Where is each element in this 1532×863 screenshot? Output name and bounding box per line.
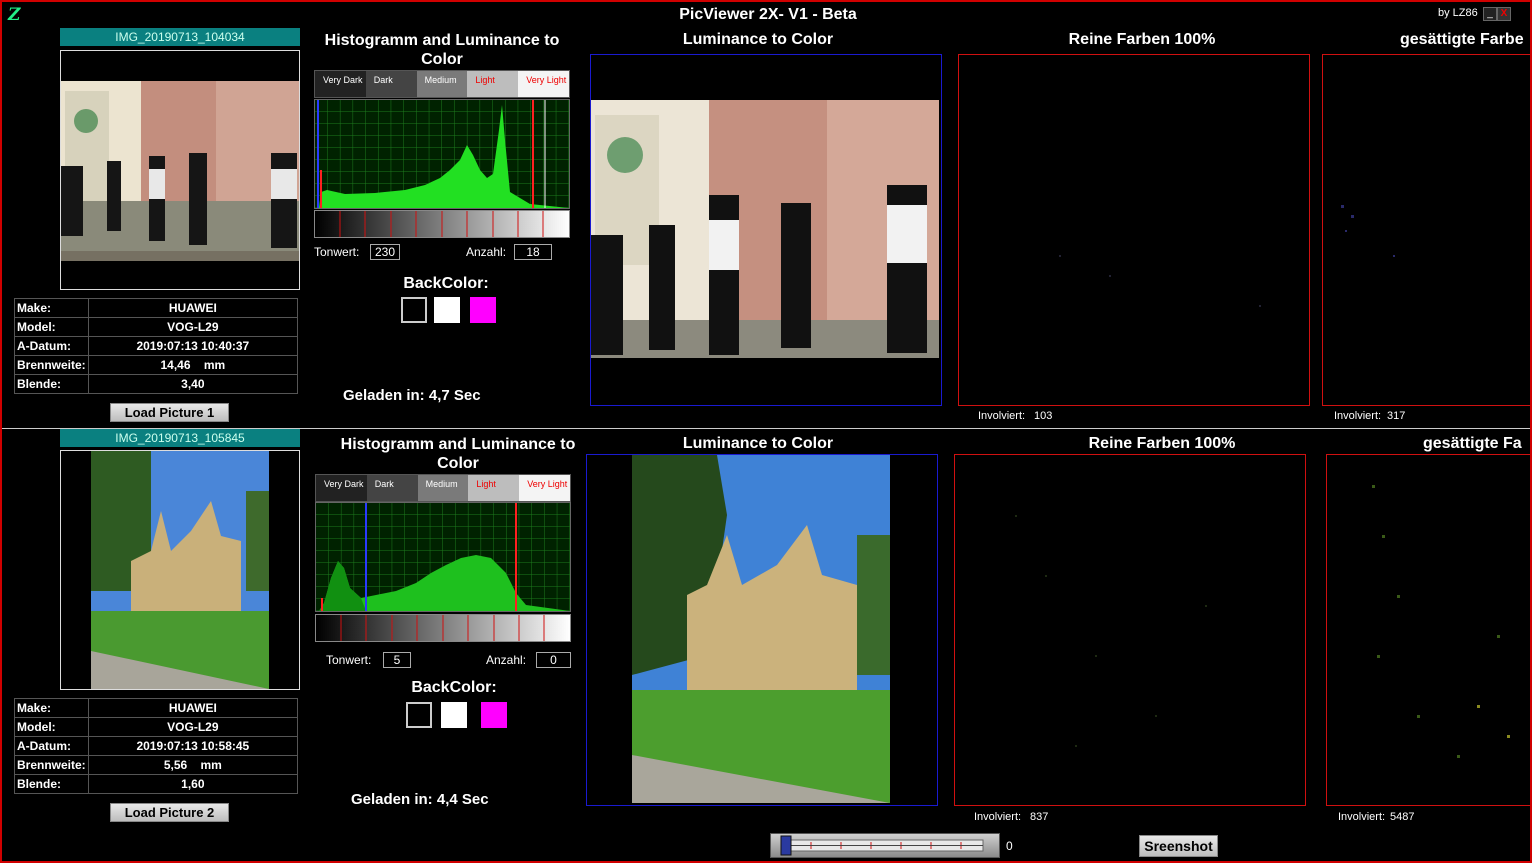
author-label: by LZ86: [1438, 7, 1478, 19]
luminance1-title: Luminance to Color: [682, 31, 834, 48]
focal-key: Brennweite:: [14, 355, 89, 375]
histogram2-title: Histogramm and Luminance to Color: [340, 436, 576, 472]
band-very-light: Very Light: [519, 475, 570, 501]
reine2-involved-count: 837: [1030, 811, 1049, 823]
band-very-dark: Very Dark: [316, 475, 367, 501]
gesaettigt1-panel: [1322, 54, 1530, 406]
load-picture1-button[interactable]: Load Picture 1: [110, 403, 229, 422]
reine2-involved-label: Involviert:: [974, 811, 1022, 823]
picture2-thumbnail: [60, 450, 300, 690]
date-value: 2019:07:13 10:58:45: [87, 736, 299, 756]
band-very-dark: Very Dark: [315, 71, 366, 97]
picture1-metadata: Make: HUAWEI Model: VOG-L29 A-Datum: 2019:0…: [14, 298, 299, 394]
window-title: PicViewer 2X- V1 - Beta: [679, 6, 857, 23]
backcolor1-white-swatch[interactable]: [434, 297, 460, 323]
picture2-name: IMG_20190713_105845: [60, 429, 300, 447]
backcolor2-label: BackColor:: [411, 679, 497, 696]
focal-unit: mm: [203, 358, 226, 372]
backcolor1-label: BackColor:: [403, 275, 489, 292]
histogram1-plot[interactable]: [314, 99, 570, 209]
date-value: 2019:07:13 10:40:37: [87, 336, 299, 356]
histogram2-plot[interactable]: [315, 502, 571, 612]
gesaettigt1-involved-label: Involviert:: [1334, 410, 1382, 422]
gesaettigt2-title: gesättigte Fa: [1423, 435, 1522, 452]
make-key: Make:: [14, 698, 89, 718]
picture2-load-time: Geladen in: 4,4 Sec: [351, 791, 489, 808]
aperture-key: Blende:: [14, 774, 89, 794]
reine2-title: Reine Farben 100%: [1088, 435, 1236, 452]
tonwert1-field[interactable]: 230: [370, 244, 400, 260]
luminance-gradient2: [315, 614, 571, 642]
picture1-thumbnail: [60, 50, 300, 290]
band-dark: Dark: [366, 475, 418, 501]
band-medium: Medium: [417, 475, 469, 501]
band-very-light: Very Light: [518, 71, 569, 97]
backcolor2-magenta-swatch[interactable]: [481, 702, 507, 728]
band-light: Light: [468, 475, 520, 501]
backcolor2-black-swatch[interactable]: [406, 702, 432, 728]
make-key: Make:: [14, 298, 89, 318]
anzahl2-label: Anzahl:: [486, 653, 527, 667]
anzahl2-field[interactable]: 0: [536, 652, 571, 668]
histogram2-bands: Very Dark Dark Medium Light Very Light: [315, 474, 571, 502]
aperture-key: Blende:: [14, 374, 89, 394]
reine1-involved-count: 103: [1034, 410, 1053, 422]
band-light: Light: [467, 71, 519, 97]
date-key: A-Datum:: [14, 336, 89, 356]
gesaettigt2-involved-count: 5487: [1390, 811, 1415, 823]
band-medium: Medium: [416, 71, 468, 97]
picture1-load-time: Geladen in: 4,7 Sec: [343, 387, 481, 404]
picture1-name: IMG_20190713_104034: [60, 28, 300, 46]
make-value: HUAWEI: [87, 298, 299, 318]
focal-value: 14,46: [160, 358, 191, 372]
focal-key: Brennweite:: [14, 755, 89, 775]
model-value: VOG-L29: [87, 717, 299, 737]
anzahl1-label: Anzahl:: [466, 245, 507, 259]
anzahl1-field[interactable]: 18: [514, 244, 552, 260]
zoom-slider-value: 0: [1006, 839, 1013, 853]
backcolor1-magenta-swatch[interactable]: [470, 297, 496, 323]
screenshot-button[interactable]: Sreenshot: [1139, 835, 1218, 857]
gesaettigt2-panel: [1326, 454, 1530, 806]
minimize-button[interactable]: _: [1483, 7, 1497, 21]
focal-value: 5,56: [163, 758, 188, 772]
gesaettigt1-involved-count: 317: [1387, 410, 1406, 422]
reine2-panel: [954, 454, 1306, 806]
luminance-gradient1: [314, 210, 570, 238]
luminance1-panel: [590, 54, 942, 406]
load-picture2-button[interactable]: Load Picture 2: [110, 803, 229, 822]
tonwert1-label: Tonwert:: [314, 245, 360, 259]
gesaettigt2-involved-label: Involviert:: [1338, 811, 1386, 823]
main-window: Z PicViewer 2X- V1 - Beta by LZ86 _ X IM…: [0, 0, 1532, 863]
gesaettigt1-title: gesättigte Farbe: [1400, 31, 1524, 48]
backcolor1-black-swatch[interactable]: [401, 297, 427, 323]
backcolor2-white-swatch[interactable]: [441, 702, 467, 728]
date-key: A-Datum:: [14, 736, 89, 756]
aperture-value: 3,40: [87, 374, 299, 394]
zoom-slider-thumb: [780, 835, 792, 856]
zoom-slider[interactable]: [770, 833, 1000, 858]
model-value: VOG-L29: [87, 317, 299, 337]
picture2-metadata: Make: HUAWEI Model: VOG-L29 A-Datum: 2019:0…: [14, 698, 299, 794]
model-key: Model:: [14, 717, 89, 737]
reine1-involved-label: Involviert:: [978, 410, 1026, 422]
histogram1-bands: Very Dark Dark Medium Light Very Light: [314, 70, 570, 98]
make-value: HUAWEI: [87, 698, 299, 718]
luminance2-panel: [586, 454, 938, 806]
reine1-panel: [958, 54, 1310, 406]
tonwert2-label: Tonwert:: [326, 653, 372, 667]
reine1-title: Reine Farben 100%: [1068, 31, 1216, 48]
model-key: Model:: [14, 317, 89, 337]
luminance2-title: Luminance to Color: [682, 435, 834, 452]
histogram1-title: Histogramm and Luminance to Color: [324, 32, 560, 68]
focal-unit: mm: [200, 758, 222, 772]
band-dark: Dark: [365, 71, 417, 97]
tonwert2-field[interactable]: 5: [383, 652, 411, 668]
aperture-value: 1,60: [87, 774, 299, 794]
close-button[interactable]: X: [1497, 7, 1511, 21]
